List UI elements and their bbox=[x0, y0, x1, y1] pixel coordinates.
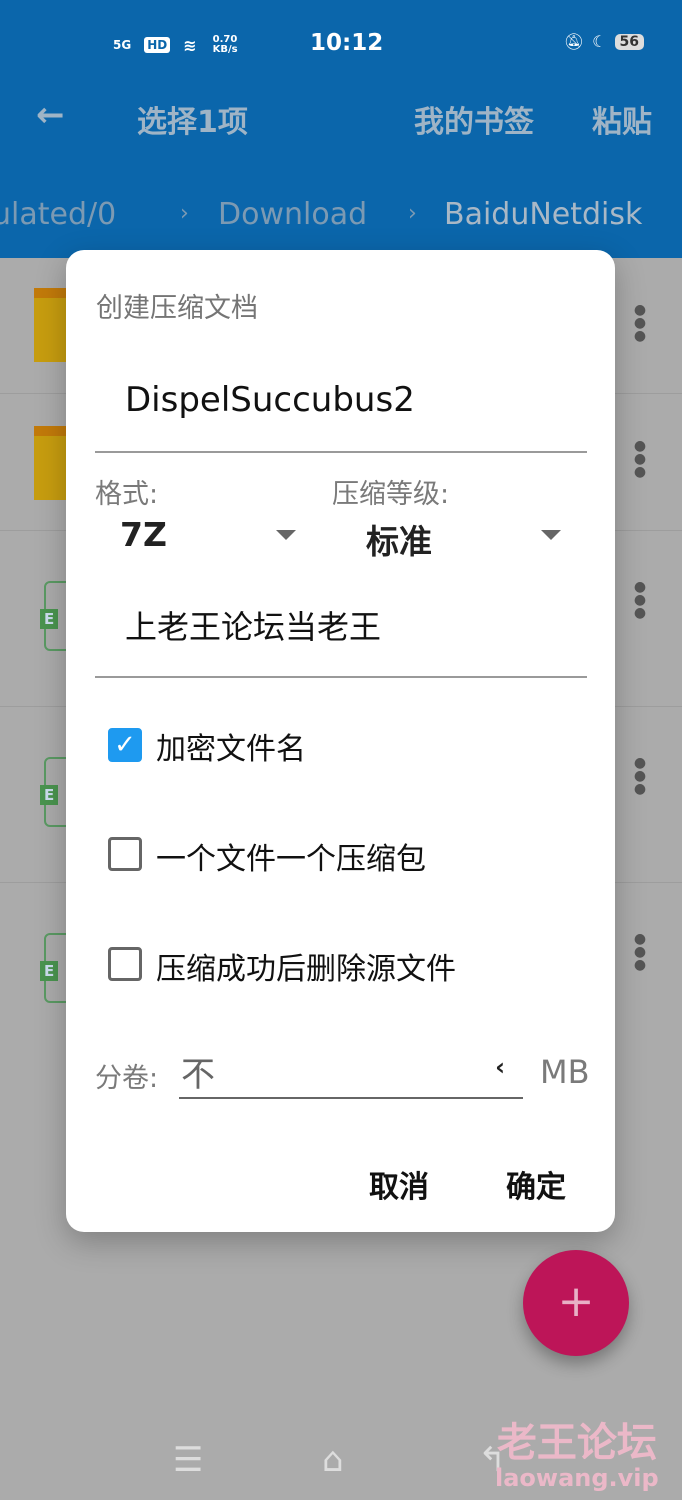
clock: 10:12 bbox=[310, 30, 384, 56]
plus-icon: + bbox=[557, 1276, 595, 1327]
battery: 56 bbox=[614, 33, 644, 50]
more-vert-icon[interactable]: ● ● ● bbox=[633, 756, 647, 796]
breadcrumb-item[interactable]: ulated/0 bbox=[0, 197, 116, 232]
dropdown-arrow-icon bbox=[276, 530, 296, 540]
paste-button[interactable]: 粘贴 bbox=[592, 97, 652, 141]
signal-icon: 5G bbox=[113, 38, 132, 52]
cancel-button[interactable]: 取消 bbox=[369, 1162, 429, 1206]
mute-icon: 🔕︎ bbox=[563, 32, 585, 51]
breadcrumb-item[interactable]: Download bbox=[218, 197, 367, 232]
password-input[interactable]: 上老王论坛当老王 bbox=[95, 580, 587, 678]
breadcrumb: ulated/0 › Download › BaiduNetdisk bbox=[0, 197, 682, 241]
more-vert-icon[interactable]: ● ● ● bbox=[633, 580, 647, 620]
chevron-right-icon: › bbox=[180, 201, 189, 226]
dropdown-arrow-icon bbox=[541, 530, 561, 540]
split-label: 分卷: bbox=[95, 1063, 159, 1094]
watermark: 老王论坛 laowang.vip bbox=[495, 1420, 659, 1492]
create-archive-dialog: 创建压缩文档 DispelSuccubus2 格式: 压缩等级: 7Z 标准 上… bbox=[66, 250, 615, 1232]
more-vert-icon[interactable]: ● ● ● bbox=[633, 932, 647, 972]
status-bar: 5G HD ≋ 0.70 KB/s 10:12 🔕︎ ☾ 56 bbox=[0, 28, 682, 60]
split-unit: MB bbox=[540, 1053, 590, 1091]
level-label: 压缩等级: bbox=[332, 479, 450, 510]
more-vert-icon[interactable]: ● ● ● bbox=[633, 303, 647, 343]
format-label: 格式: bbox=[95, 479, 159, 510]
hd-icon: HD bbox=[144, 37, 171, 53]
back-arrow-icon[interactable]: ← bbox=[36, 95, 65, 135]
moon-icon: ☾ bbox=[592, 32, 607, 51]
dialog-title: 创建压缩文档 bbox=[96, 293, 258, 324]
menu-nav-icon[interactable]: ☰ bbox=[173, 1440, 203, 1480]
chevron-right-icon: › bbox=[408, 201, 417, 226]
more-vert-icon[interactable]: ● ● ● bbox=[633, 439, 647, 479]
add-fab-button[interactable]: + bbox=[523, 1250, 629, 1356]
page-title: 选择1项 bbox=[137, 105, 248, 140]
chevron-left-icon[interactable]: ‹ bbox=[495, 1053, 505, 1081]
checkbox[interactable] bbox=[108, 947, 142, 981]
split-size-input[interactable]: 不 ‹ bbox=[179, 1045, 523, 1099]
filename-input[interactable]: DispelSuccubus2 bbox=[95, 360, 587, 453]
checkbox-checked[interactable]: ✓ bbox=[108, 728, 142, 762]
wifi-icon: ≋ bbox=[183, 35, 197, 55]
app-header: 5G HD ≋ 0.70 KB/s 10:12 🔕︎ ☾ 56 ← 选择1项 我… bbox=[0, 0, 682, 258]
breadcrumb-item[interactable]: BaiduNetdisk bbox=[444, 197, 642, 232]
net-speed: 0.70 KB/s bbox=[212, 34, 238, 55]
ok-button[interactable]: 确定 bbox=[506, 1162, 566, 1206]
bookmarks-button[interactable]: 我的书签 bbox=[414, 97, 534, 141]
home-nav-icon[interactable]: ⌂ bbox=[322, 1440, 344, 1480]
checkbox[interactable] bbox=[108, 837, 142, 871]
